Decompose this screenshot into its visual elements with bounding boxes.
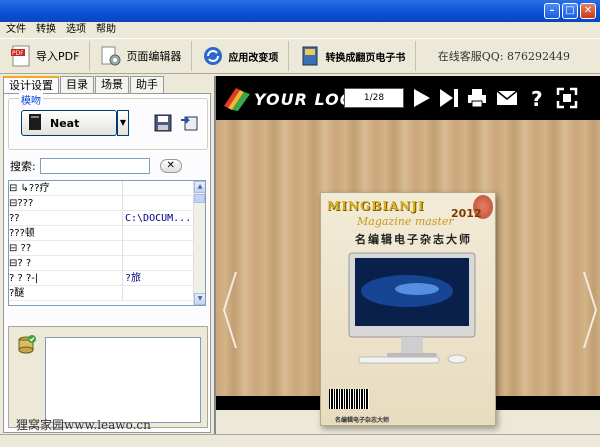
tab-scene[interactable]: 场景 xyxy=(95,76,129,93)
tree-row[interactable]: ⊟ ?? xyxy=(9,241,205,256)
book-icon xyxy=(28,113,42,134)
theme-group: 模吻 Neat ▼ xyxy=(8,92,208,150)
tree-scrollbar[interactable]: ▲ ▼ xyxy=(193,181,205,305)
search-label: 搜索: xyxy=(10,160,36,173)
book-convert-icon xyxy=(299,45,321,67)
theme-select-button[interactable]: Neat xyxy=(21,110,117,136)
export-icon[interactable] xyxy=(179,114,199,135)
support-qq: 在线客服QQ: 876292449 xyxy=(437,50,570,63)
minimize-button[interactable]: – xyxy=(544,3,560,19)
next-page-arrow-icon[interactable] xyxy=(582,270,598,350)
svg-text:?: ? xyxy=(531,87,543,109)
maximize-button[interactable]: □ xyxy=(562,3,578,19)
save-icon[interactable] xyxy=(154,114,172,135)
barcode xyxy=(329,389,369,409)
tree-row[interactable]: ?? C:\DOCUM... xyxy=(9,211,205,226)
scroll-up-icon[interactable]: ▲ xyxy=(194,181,205,193)
tree-row[interactable]: ???顿 xyxy=(9,226,205,241)
next-page-icon[interactable] xyxy=(410,87,432,109)
tab-design-settings[interactable]: 设计设置 xyxy=(3,76,59,93)
apply-changes-button[interactable]: 应用改变项 xyxy=(192,41,290,71)
previous-page-arrow-icon[interactable] xyxy=(222,270,238,350)
theme-legend: 模吻 xyxy=(19,92,43,107)
settings-panel: 设计设置 目录 场景 助手 模吻 Neat ▼ 搜索: ✕ ⊟ ↳??疗 ⊟??… xyxy=(0,76,214,434)
menu-bar: 文件 转换 选项 帮助 xyxy=(0,22,600,38)
book-cover[interactable]: MINGBIANJI 2012 Magazine master 名编辑电子杂志大… xyxy=(320,192,496,426)
tab-toc[interactable]: 目录 xyxy=(60,76,94,93)
cover-title: 名编辑电子杂志大师 xyxy=(355,233,472,246)
flipbook-preview: YOUR LOGO 1/28 ? MINGBIANJI 2012 Magazin… xyxy=(214,76,600,434)
property-description-box xyxy=(45,337,201,423)
tree-row[interactable]: ⊟? ? xyxy=(9,256,205,271)
status-bar xyxy=(0,434,600,447)
computer-monitor-illustration xyxy=(347,251,477,372)
tree-row[interactable]: ⊟??? xyxy=(9,196,205,211)
page-editor-button[interactable]: 页面编辑器 xyxy=(90,41,193,71)
window-controls: – □ ✕ xyxy=(544,3,596,19)
preview-stage: MINGBIANJI 2012 Magazine master 名编辑电子杂志大… xyxy=(216,120,600,426)
close-button[interactable]: ✕ xyxy=(580,3,596,19)
main-toolbar: PDF 导入PDF 页面编辑器 应用改变项 转换成翻页电子书 在线客服QQ: 8… xyxy=(0,38,600,74)
preview-toolbar: YOUR LOGO 1/28 ? xyxy=(216,76,600,120)
tab-assistant[interactable]: 助手 xyxy=(130,76,164,93)
svg-text:PDF: PDF xyxy=(12,50,24,57)
convert-flipbook-button[interactable]: 转换成翻页电子书 xyxy=(289,41,417,71)
cover-footer: 名编辑电子杂志大师 xyxy=(335,417,390,424)
menu-options[interactable]: 选项 xyxy=(66,22,86,38)
database-check-icon xyxy=(17,335,37,358)
tree-row[interactable]: ?醚 xyxy=(9,286,205,301)
tree-row[interactable]: ? ? ?-| ?旅 xyxy=(9,271,205,286)
cover-brand: MINGBIANJI xyxy=(327,199,425,213)
pdf-icon: PDF xyxy=(10,45,32,67)
logo-books-icon xyxy=(222,84,252,115)
fullscreen-icon[interactable] xyxy=(556,87,578,109)
email-icon[interactable] xyxy=(496,87,518,109)
menu-file[interactable]: 文件 xyxy=(6,22,26,38)
settings-tabs: 设计设置 目录 场景 助手 xyxy=(0,76,214,93)
search-row: 搜索: ✕ xyxy=(10,158,182,174)
refresh-icon xyxy=(202,45,224,67)
tree-row[interactable]: ⊟ ↳??疗 xyxy=(9,181,205,196)
clear-search-icon[interactable]: ✕ xyxy=(159,159,182,173)
last-page-icon[interactable] xyxy=(438,87,460,109)
page-counter[interactable]: 1/28 xyxy=(344,88,404,108)
scroll-down-icon[interactable]: ▼ xyxy=(194,293,205,305)
menu-help[interactable]: 帮助 xyxy=(96,22,116,38)
scroll-thumb[interactable] xyxy=(194,194,205,203)
title-bar: – □ ✕ xyxy=(0,0,600,22)
import-pdf-button[interactable]: PDF 导入PDF xyxy=(0,41,91,71)
theme-dropdown-arrow[interactable]: ▼ xyxy=(117,110,129,136)
design-settings-body: 模吻 Neat ▼ 搜索: ✕ ⊟ ↳??疗 ⊟??? ?? C:\DOCUM.… xyxy=(3,92,211,433)
cover-subtitle: Magazine master xyxy=(357,215,454,228)
property-description-area xyxy=(8,326,208,428)
print-icon[interactable] xyxy=(466,87,488,109)
cover-year: 2012 xyxy=(451,207,482,220)
gear-document-icon xyxy=(100,45,122,67)
menu-convert[interactable]: 转换 xyxy=(36,22,56,38)
watermark: 狸窝家园www.leawo.cn xyxy=(16,418,151,432)
settings-tree[interactable]: ⊟ ↳??疗 ⊟??? ?? C:\DOCUM... ???顿 ⊟ ?? ⊟? ?… xyxy=(8,180,206,306)
search-input[interactable] xyxy=(39,158,150,174)
help-icon[interactable]: ? xyxy=(526,87,548,111)
